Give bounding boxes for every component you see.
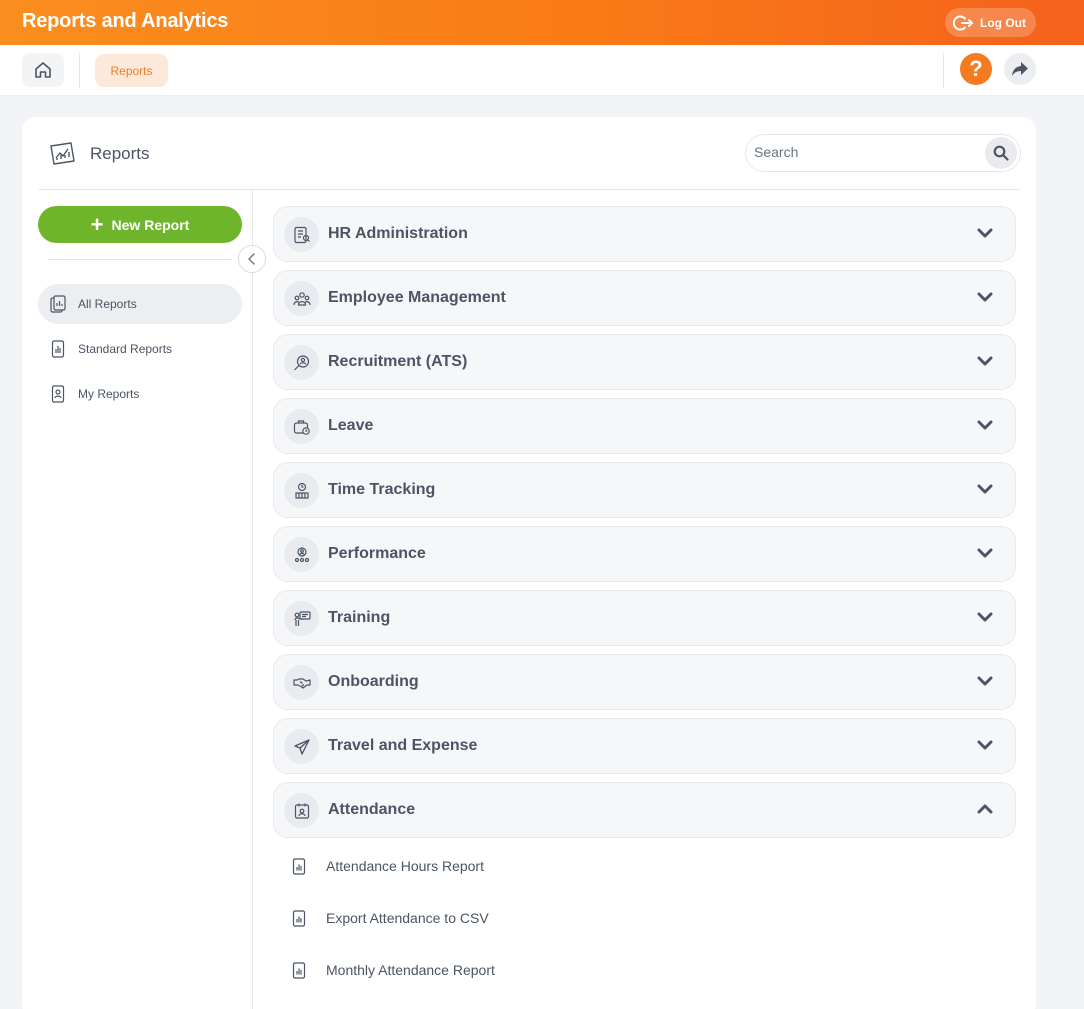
- search-button[interactable]: [985, 137, 1017, 169]
- collapse-sidebar-button[interactable]: [238, 245, 266, 273]
- report-link-attendance-hours[interactable]: Attendance Hours Report: [292, 856, 484, 876]
- share-icon: [1012, 62, 1028, 76]
- help-icon: ?: [969, 56, 983, 81]
- logout-icon: [953, 15, 973, 30]
- sidebar-divider: [252, 190, 253, 1009]
- nav-divider: [79, 53, 80, 88]
- section-leave[interactable]: Leave: [273, 398, 1016, 454]
- chevron-up-icon: [977, 804, 993, 814]
- report-link-monthly-attendance[interactable]: Monthly Attendance Report: [292, 960, 495, 980]
- new-report-button[interactable]: + New Report: [38, 206, 242, 243]
- my-reports-icon: [51, 385, 65, 403]
- new-report-label: New Report: [111, 216, 190, 233]
- home-icon: [35, 62, 51, 78]
- sidebar-item-standard-reports[interactable]: Standard Reports: [38, 329, 242, 369]
- logout-button[interactable]: Log Out: [945, 8, 1036, 37]
- search-icon: [993, 145, 1009, 161]
- attendance-icon: [284, 793, 319, 828]
- performance-icon: [284, 537, 319, 572]
- section-label: Time Tracking: [328, 481, 436, 498]
- section-recruitment[interactable]: Recruitment (ATS): [273, 334, 1016, 390]
- nav-bar: Reports ?: [0, 45, 1084, 96]
- plus-icon: +: [90, 211, 104, 237]
- sidebar-item-my-reports[interactable]: My Reports: [38, 374, 242, 414]
- chevron-left-icon: [248, 253, 255, 265]
- chevron-down-icon: [977, 548, 993, 558]
- section-onboarding[interactable]: Onboarding: [273, 654, 1016, 710]
- employee-management-icon: [284, 281, 319, 316]
- standard-reports-icon: [51, 340, 65, 358]
- report-link-label: Export Attendance to CSV: [326, 910, 489, 926]
- sidebar-item-label: Standard Reports: [78, 342, 173, 356]
- chevron-down-icon: [977, 420, 993, 430]
- search-box: [745, 134, 1021, 172]
- all-reports-icon: [50, 295, 66, 313]
- onboarding-icon: [284, 665, 319, 700]
- chevron-down-icon: [977, 740, 993, 750]
- chevron-down-icon: [977, 356, 993, 366]
- nav-divider: [943, 53, 944, 88]
- section-label: HR Administration: [328, 225, 468, 242]
- recruitment-icon: [284, 345, 319, 380]
- section-time-tracking[interactable]: Time Tracking: [273, 462, 1016, 518]
- section-label: Leave: [328, 417, 374, 434]
- sidebar-separator: [48, 259, 232, 260]
- share-button[interactable]: [1004, 53, 1036, 85]
- report-link-label: Monthly Attendance Report: [326, 962, 495, 978]
- chevron-down-icon: [977, 292, 993, 302]
- section-label: Travel and Expense: [328, 737, 478, 754]
- logout-label: Log Out: [980, 15, 1026, 30]
- section-employee-management[interactable]: Employee Management: [273, 270, 1016, 326]
- page-title: Reports: [90, 144, 150, 163]
- training-icon: [284, 601, 319, 636]
- time-tracking-icon: [284, 473, 319, 508]
- section-label: Employee Management: [328, 289, 506, 306]
- report-link-label: Attendance Hours Report: [326, 858, 484, 874]
- sidebar-item-all-reports[interactable]: All Reports: [38, 284, 242, 324]
- search-input[interactable]: [754, 144, 974, 160]
- top-bar: Reports and Analytics Log Out: [0, 0, 1084, 45]
- help-button[interactable]: ?: [960, 53, 992, 85]
- sidebar-item-label: All Reports: [78, 297, 137, 311]
- section-label: Attendance: [328, 801, 416, 818]
- hr-administration-icon: [284, 217, 319, 252]
- chevron-down-icon: [977, 484, 993, 494]
- report-icon: [292, 857, 306, 875]
- chevron-down-icon: [977, 228, 993, 238]
- section-attendance[interactable]: Attendance: [273, 782, 1016, 838]
- report-icon: [292, 909, 306, 927]
- home-button[interactable]: [22, 53, 64, 87]
- header-divider: [38, 189, 1020, 190]
- section-label: Training: [328, 609, 391, 626]
- section-label: Recruitment (ATS): [328, 353, 468, 370]
- section-label: Onboarding: [328, 673, 419, 690]
- leave-icon: [284, 409, 319, 444]
- section-performance[interactable]: Performance: [273, 526, 1016, 582]
- chevron-down-icon: [977, 676, 993, 686]
- app-title: Reports and Analytics: [22, 10, 229, 32]
- section-travel-expense[interactable]: Travel and Expense: [273, 718, 1016, 774]
- breadcrumb-reports[interactable]: Reports: [95, 54, 168, 87]
- section-training[interactable]: Training: [273, 590, 1016, 646]
- reports-icon: [50, 142, 75, 165]
- travel-expense-icon: [284, 729, 319, 764]
- sidebar-item-label: My Reports: [78, 387, 140, 401]
- chevron-down-icon: [977, 612, 993, 622]
- report-icon: [292, 961, 306, 979]
- section-label: Performance: [328, 545, 426, 562]
- report-link-export-attendance-csv[interactable]: Export Attendance to CSV: [292, 908, 489, 928]
- section-hr-administration[interactable]: HR Administration: [273, 206, 1016, 262]
- reports-card: Reports + New Report All Reports Stand: [22, 117, 1036, 1009]
